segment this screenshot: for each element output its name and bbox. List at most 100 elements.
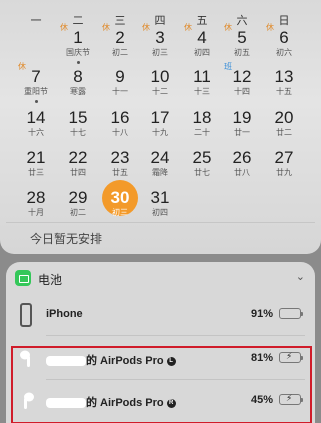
holiday-tag: 休 — [102, 23, 110, 32]
day-cell[interactable]: 休 5 初五 — [222, 23, 262, 58]
holiday-tag: 休 — [18, 62, 26, 71]
day-cell[interactable]: 休 3 初三 — [140, 23, 180, 58]
left-badge: L — [166, 356, 176, 366]
device-row-iphone: iPhone 91% — [6, 294, 315, 336]
day-cell[interactable]: 29 初二 — [58, 188, 98, 218]
day-number: 31 — [150, 188, 170, 207]
lunar-date: 廿八 — [234, 168, 250, 177]
day-number: 23 — [110, 148, 130, 167]
day-cell[interactable]: 休 6 初六 — [264, 23, 304, 58]
weekday-label: 六 — [236, 14, 248, 27]
day-number: 28 — [26, 188, 46, 207]
lunar-date: 十四 — [234, 87, 250, 96]
weekday-label: 一 — [30, 14, 42, 27]
day-cell[interactable]: 9 十一 — [100, 67, 140, 97]
lunar-date: 十八 — [112, 128, 128, 137]
day-cell[interactable]: 28 十月 — [16, 188, 56, 218]
holiday-tag: 休 — [266, 23, 274, 32]
lunar-date: 初二 — [70, 208, 86, 217]
battery-title: 电池 — [38, 273, 63, 287]
lunar-date: 十三 — [194, 87, 210, 96]
day-cell[interactable]: 30 初三 — [100, 188, 140, 218]
day-number: 8 — [73, 67, 83, 86]
day-cell[interactable]: 20 廿二 — [264, 108, 304, 138]
day-cell[interactable]: 24 霜降 — [140, 148, 180, 178]
battery-charging-icon: ⚡ — [279, 394, 303, 405]
day-cell[interactable]: 11 十三 — [182, 67, 222, 97]
day-cell[interactable]: 15 十七 — [58, 108, 98, 138]
day-cell[interactable]: 休 2 初二 — [100, 23, 140, 58]
lunar-date: 十一 — [112, 87, 128, 96]
device-name: iPhone — [46, 308, 83, 320]
day-cell[interactable]: 19 廿一 — [222, 108, 262, 138]
day-cell[interactable]: 16 十八 — [100, 108, 140, 138]
holiday-tag: 休 — [142, 23, 150, 32]
redacted-owner — [46, 398, 86, 409]
lunar-date: 初四 — [194, 48, 210, 57]
airpod-left-icon — [20, 350, 30, 367]
day-number: 29 — [68, 188, 88, 207]
day-number: 19 — [232, 108, 252, 127]
lunar-date: 廿四 — [70, 168, 86, 177]
lunar-date: 初三 — [152, 48, 168, 57]
lunar-date: 霜降 — [152, 168, 168, 177]
day-cell[interactable]: 27 廿九 — [264, 148, 304, 178]
no-events-text: 今日暂无安排 — [30, 232, 103, 246]
lunar-date: 十二 — [152, 87, 168, 96]
chevron-down-icon[interactable]: ⌄ — [296, 270, 305, 283]
weekday-label: 四 — [154, 14, 166, 27]
battery-charging-icon: ⚡ — [279, 352, 303, 363]
day-cell[interactable]: 休 4 初四 — [182, 23, 222, 58]
device-row-airpods-right: 的 AirPods Pro R 45% ⚡ — [6, 380, 315, 422]
day-cell[interactable]: 13 十五 — [264, 67, 304, 97]
day-cell[interactable]: 22 廿四 — [58, 148, 98, 178]
lunar-date: 初三 — [112, 208, 128, 217]
day-number: 9 — [115, 67, 125, 86]
day-cell[interactable]: 17 十九 — [140, 108, 180, 138]
day-number: 17 — [150, 108, 170, 127]
row-divider — [46, 335, 305, 336]
lunar-date: 廿七 — [194, 168, 210, 177]
weekday-label: 日 — [278, 14, 290, 27]
day-number: 30 — [110, 188, 130, 207]
day-cell[interactable]: 31 初四 — [140, 188, 180, 218]
airpod-right-icon — [24, 392, 34, 409]
day-cell[interactable]: 10 十二 — [140, 67, 180, 97]
event-dot — [34, 100, 38, 103]
day-cell[interactable]: 班 12 十四 — [222, 62, 262, 97]
lunar-date: 廿九 — [276, 168, 292, 177]
day-cell[interactable]: 26 廿八 — [222, 148, 262, 178]
lunar-date: 十六 — [28, 128, 44, 137]
iphone-icon — [20, 303, 32, 327]
day-cell[interactable]: 21 廿三 — [16, 148, 56, 178]
day-number: 25 — [192, 148, 212, 167]
lunar-date: 十五 — [276, 87, 292, 96]
lunar-date: 十九 — [152, 128, 168, 137]
day-cell[interactable]: 14 十六 — [16, 108, 56, 138]
workday-tag: 班 — [224, 62, 232, 71]
day-cell[interactable]: 18 二十 — [182, 108, 222, 138]
day-number: 14 — [26, 108, 46, 127]
calendar-widget[interactable]: 一二三四五六日 休 1 国庆节休 2 初二休 3 初三休 4 初四休 5 初五休 6 初六休 7 重阳节 8 寒… — [0, 0, 321, 254]
day-number: 26 — [232, 148, 252, 167]
day-cell[interactable]: 23 廿五 — [100, 148, 140, 178]
device-row-airpods-left: 的 AirPods Pro L 81% ⚡ — [6, 338, 315, 380]
day-number: 24 — [150, 148, 170, 167]
battery-widget[interactable]: 电池 ⌄ iPhone 91% 的 AirPods Pro L 81% ⚡ 的 A… — [6, 262, 315, 423]
lunar-date: 十月 — [28, 208, 44, 217]
lunar-date: 初四 — [152, 208, 168, 217]
day-number: 21 — [26, 148, 46, 167]
day-cell[interactable]: 休 1 国庆节 — [58, 23, 98, 64]
event-dot — [76, 61, 80, 64]
day-cell[interactable]: 休 7 重阳节 — [16, 62, 56, 103]
lunar-date: 廿二 — [276, 128, 292, 137]
day-number: 22 — [68, 148, 88, 167]
battery-header[interactable]: 电池 ⌄ — [6, 262, 315, 294]
battery-percent: 45% — [250, 394, 273, 406]
holiday-tag: 休 — [60, 23, 68, 32]
day-number: 16 — [110, 108, 130, 127]
lunar-date: 初二 — [112, 48, 128, 57]
day-cell[interactable]: 8 寒露 — [58, 67, 98, 97]
lunar-date: 重阳节 — [24, 87, 48, 96]
day-cell[interactable]: 25 廿七 — [182, 148, 222, 178]
